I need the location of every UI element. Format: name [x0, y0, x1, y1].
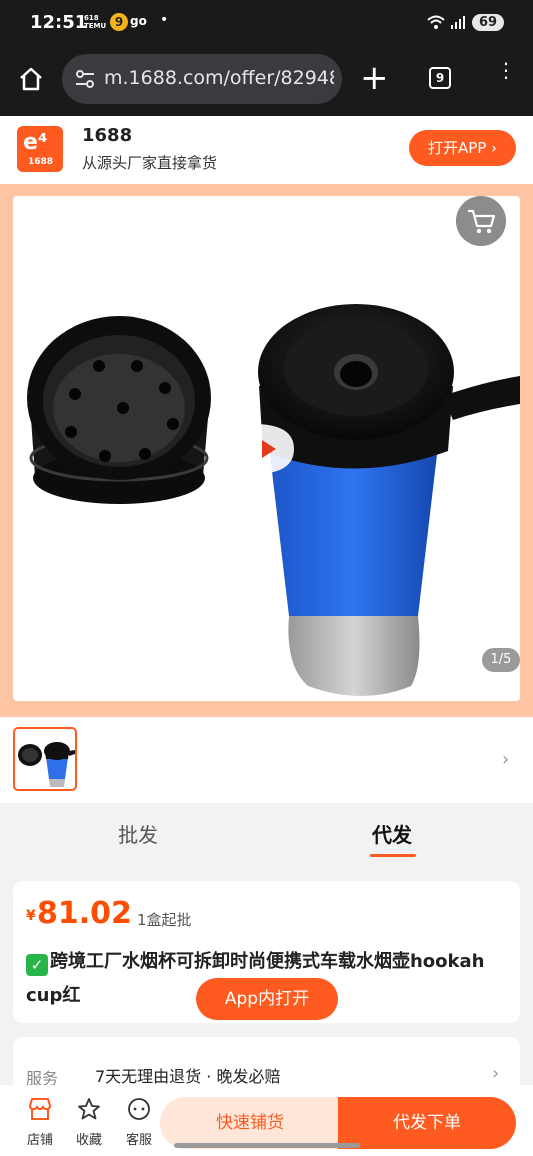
clock: 12:51 [30, 12, 88, 33]
thumbnail-image [18, 742, 75, 787]
address-bar[interactable]: m.1688.com/offer/829482 [62, 54, 342, 104]
thumbnail-strip: › [0, 717, 533, 803]
quick-list-button[interactable]: 快速铺货 [160, 1097, 340, 1149]
battery-indicator: 69 [472, 14, 505, 31]
customer-service-button[interactable]: 客服 [117, 1097, 161, 1148]
chevron-right-icon: › [492, 1063, 500, 1084]
temu-notification-icon: 618 TEMU [84, 14, 107, 30]
nine-app-icon: 9 [110, 13, 128, 31]
site-settings-icon[interactable] [74, 68, 96, 90]
home-icon[interactable] [18, 66, 44, 92]
min-order: 1盒起批 [137, 911, 192, 929]
go-app-icon: go [130, 14, 147, 28]
customer-service-label: 客服 [125, 1133, 152, 1148]
product-gallery[interactable]: 1/5 [0, 184, 533, 717]
wifi-icon [427, 15, 445, 29]
product-price: 81.02 [37, 896, 132, 931]
gesture-home-indicator[interactable] [174, 1143, 360, 1148]
cart-icon[interactable] [456, 196, 506, 246]
signal-icon [451, 16, 465, 29]
price-card: ¥ 81.02 1盒起批 ✓ 跨境工厂水烟杯可拆卸时尚便携式车载水烟壶hookah… [13, 881, 520, 1023]
favorite-label: 收藏 [75, 1133, 102, 1148]
browser-menu-icon[interactable]: ⋮ [496, 60, 516, 80]
tab-dropship[interactable]: 代发 [372, 819, 412, 848]
chat-icon [128, 1098, 150, 1120]
browser-toolbar: m.1688.com/offer/829482 + 9 ⋮ [0, 48, 533, 116]
tab-switcher-button[interactable]: 9 [429, 67, 451, 89]
dropship-order-button[interactable]: 代发下单 [338, 1097, 516, 1149]
currency-symbol: ¥ [26, 908, 36, 924]
service-text: 7天无理由退货 · 晚发必赔 [95, 1067, 281, 1086]
check-icon: ✓ [26, 954, 48, 976]
more-notifications-dot: • [160, 12, 169, 28]
star-icon [78, 1098, 100, 1120]
open-app-button[interactable]: 打开APP › [409, 130, 516, 166]
new-tab-icon[interactable]: + [360, 58, 389, 98]
app-title: 1688 [82, 125, 133, 146]
shop-icon [28, 1098, 52, 1120]
tab-wholesale[interactable]: 批发 [118, 819, 158, 848]
logo-1688: e⁴ 1688 [17, 126, 63, 172]
shop-label: 店铺 [26, 1133, 53, 1148]
image-counter: 1/5 [482, 648, 520, 672]
chevron-right-icon[interactable]: › [502, 749, 509, 770]
app-subtitle: 从源头厂家直接拿货 [82, 154, 218, 172]
open-in-app-button[interactable]: App内打开 [196, 978, 338, 1020]
url-text[interactable]: m.1688.com/offer/829482 [104, 67, 334, 89]
purchase-mode-tabs: 批发 代发 [0, 803, 533, 869]
video-play-icon[interactable] [254, 424, 294, 474]
shop-button[interactable]: 店铺 [18, 1097, 62, 1148]
status-bar: 12:51 618 TEMU 9 go • 69 [0, 0, 533, 48]
app-download-banner: e⁴ 1688 1688 从源头厂家直接拿货 打开APP › [0, 116, 533, 184]
active-tab-indicator [370, 854, 416, 857]
thumbnail-item[interactable] [13, 727, 77, 791]
favorite-button[interactable]: 收藏 [67, 1097, 111, 1148]
